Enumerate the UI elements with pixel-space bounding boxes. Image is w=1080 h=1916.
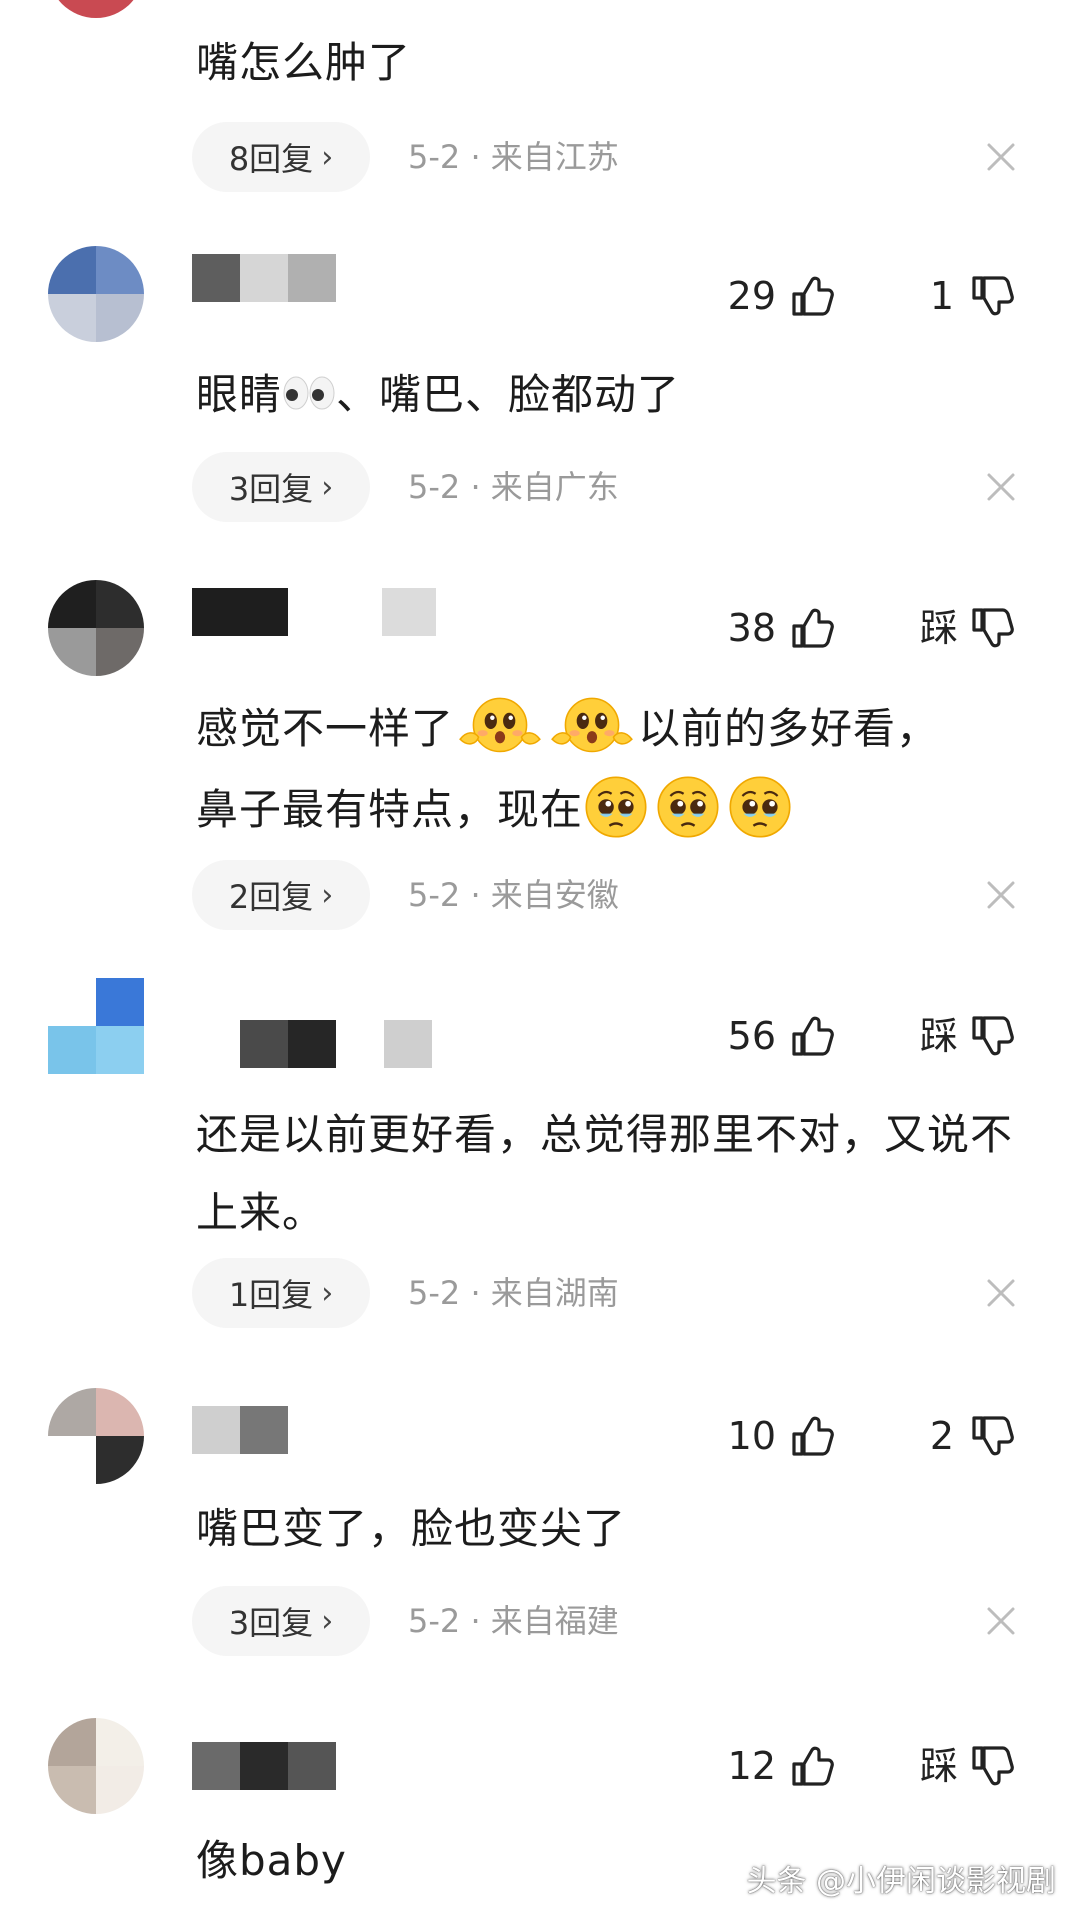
username-mosaic[interactable]	[240, 1020, 336, 1068]
like-count: 56	[727, 1014, 776, 1058]
reply-count-label: 8回复	[228, 140, 314, 178]
dislike-label: 踩	[919, 1744, 958, 1788]
reply-button[interactable]: 1回复 ›	[192, 1258, 370, 1328]
thumbs-down-icon[interactable]	[970, 606, 1014, 650]
reply-button[interactable]: 3回复 ›	[192, 452, 370, 522]
close-icon[interactable]	[986, 142, 1016, 172]
shocked-face-emoji	[546, 693, 638, 771]
comment-meta: 5-2 · 来自湖南	[408, 1274, 619, 1312]
thumbs-down-icon[interactable]	[970, 1014, 1014, 1058]
reply-button[interactable]: 8回复 ›	[192, 122, 370, 192]
chevron-right-icon: ›	[321, 1275, 334, 1311]
chevron-right-icon: ›	[321, 139, 334, 175]
comment-text: 嘴怎么肿了	[196, 38, 412, 87]
reply-count-label: 3回复	[228, 470, 314, 508]
comment-meta: 5-2 · 来自江苏	[408, 138, 619, 176]
comment-meta: 5-2 · 来自福建	[408, 1602, 619, 1640]
like-count: 29	[727, 274, 776, 318]
like-count: 38	[727, 606, 776, 650]
thumbs-down-icon[interactable]	[970, 1744, 1014, 1788]
dislike-label: 踩	[919, 1014, 958, 1058]
close-icon[interactable]	[986, 472, 1016, 502]
chevron-right-icon: ›	[321, 469, 334, 505]
username-mosaic[interactable]	[192, 254, 336, 302]
username-mosaic[interactable]	[192, 1742, 336, 1790]
thumbs-up-icon[interactable]	[790, 1744, 834, 1788]
comment-text: 还是以前更好看，总觉得那里不对，又说不上来。	[196, 1110, 1014, 1237]
close-icon[interactable]	[986, 1278, 1016, 1308]
thumbs-up-icon[interactable]	[790, 274, 834, 318]
watermark: 头条 @小伊闲谈影视剧	[746, 1864, 1056, 1899]
thumbs-up-icon[interactable]	[790, 606, 834, 650]
chevron-right-icon: ›	[321, 1603, 334, 1639]
dislike-count: 1	[929, 274, 954, 318]
shocked-face-emoji	[454, 693, 546, 771]
comment-meta: 5-2 · 来自广东	[408, 468, 619, 506]
close-icon[interactable]	[986, 880, 1016, 910]
pleading-face-emoji	[583, 773, 649, 851]
username-mosaic[interactable]	[192, 1406, 288, 1454]
avatar[interactable]	[48, 0, 144, 18]
username-mosaic[interactable]	[382, 588, 436, 636]
thumbs-down-icon[interactable]	[970, 1414, 1014, 1458]
reply-button[interactable]: 2回复 ›	[192, 860, 370, 930]
thumbs-up-icon[interactable]	[790, 1014, 834, 1058]
thumbs-down-icon[interactable]	[970, 274, 1014, 318]
comment-text: 嘴巴变了，脸也变尖了	[196, 1504, 627, 1553]
dislike-count: 2	[929, 1414, 954, 1458]
reply-count-label: 1回复	[228, 1276, 314, 1314]
dislike-label: 踩	[919, 606, 958, 650]
avatar[interactable]	[48, 1718, 144, 1814]
reply-count-label: 3回复	[228, 1604, 314, 1642]
reply-count-label: 2回复	[228, 878, 314, 916]
comment-meta: 5-2 · 来自安徽	[408, 876, 619, 914]
reply-button[interactable]: 3回复 ›	[192, 1586, 370, 1656]
avatar[interactable]	[48, 1388, 144, 1484]
close-icon[interactable]	[986, 1606, 1016, 1636]
comment-text: 感觉不一样了 以前的多好看， 鼻子最有特点，现在	[196, 690, 1036, 851]
avatar[interactable]	[48, 978, 144, 1074]
thumbs-up-icon[interactable]	[790, 1414, 834, 1458]
like-count: 10	[727, 1414, 776, 1458]
comment-text: 眼睛 、嘴巴、脸都动了	[196, 356, 1036, 434]
pleading-face-emoji	[649, 773, 721, 851]
chevron-right-icon: ›	[321, 877, 334, 913]
username-mosaic[interactable]	[192, 588, 288, 636]
username-mosaic[interactable]	[384, 1020, 432, 1068]
eyes-emoji	[282, 360, 336, 410]
avatar[interactable]	[48, 580, 144, 676]
pleading-face-emoji	[721, 773, 793, 851]
avatar[interactable]	[48, 246, 144, 342]
like-count: 12	[727, 1744, 776, 1788]
